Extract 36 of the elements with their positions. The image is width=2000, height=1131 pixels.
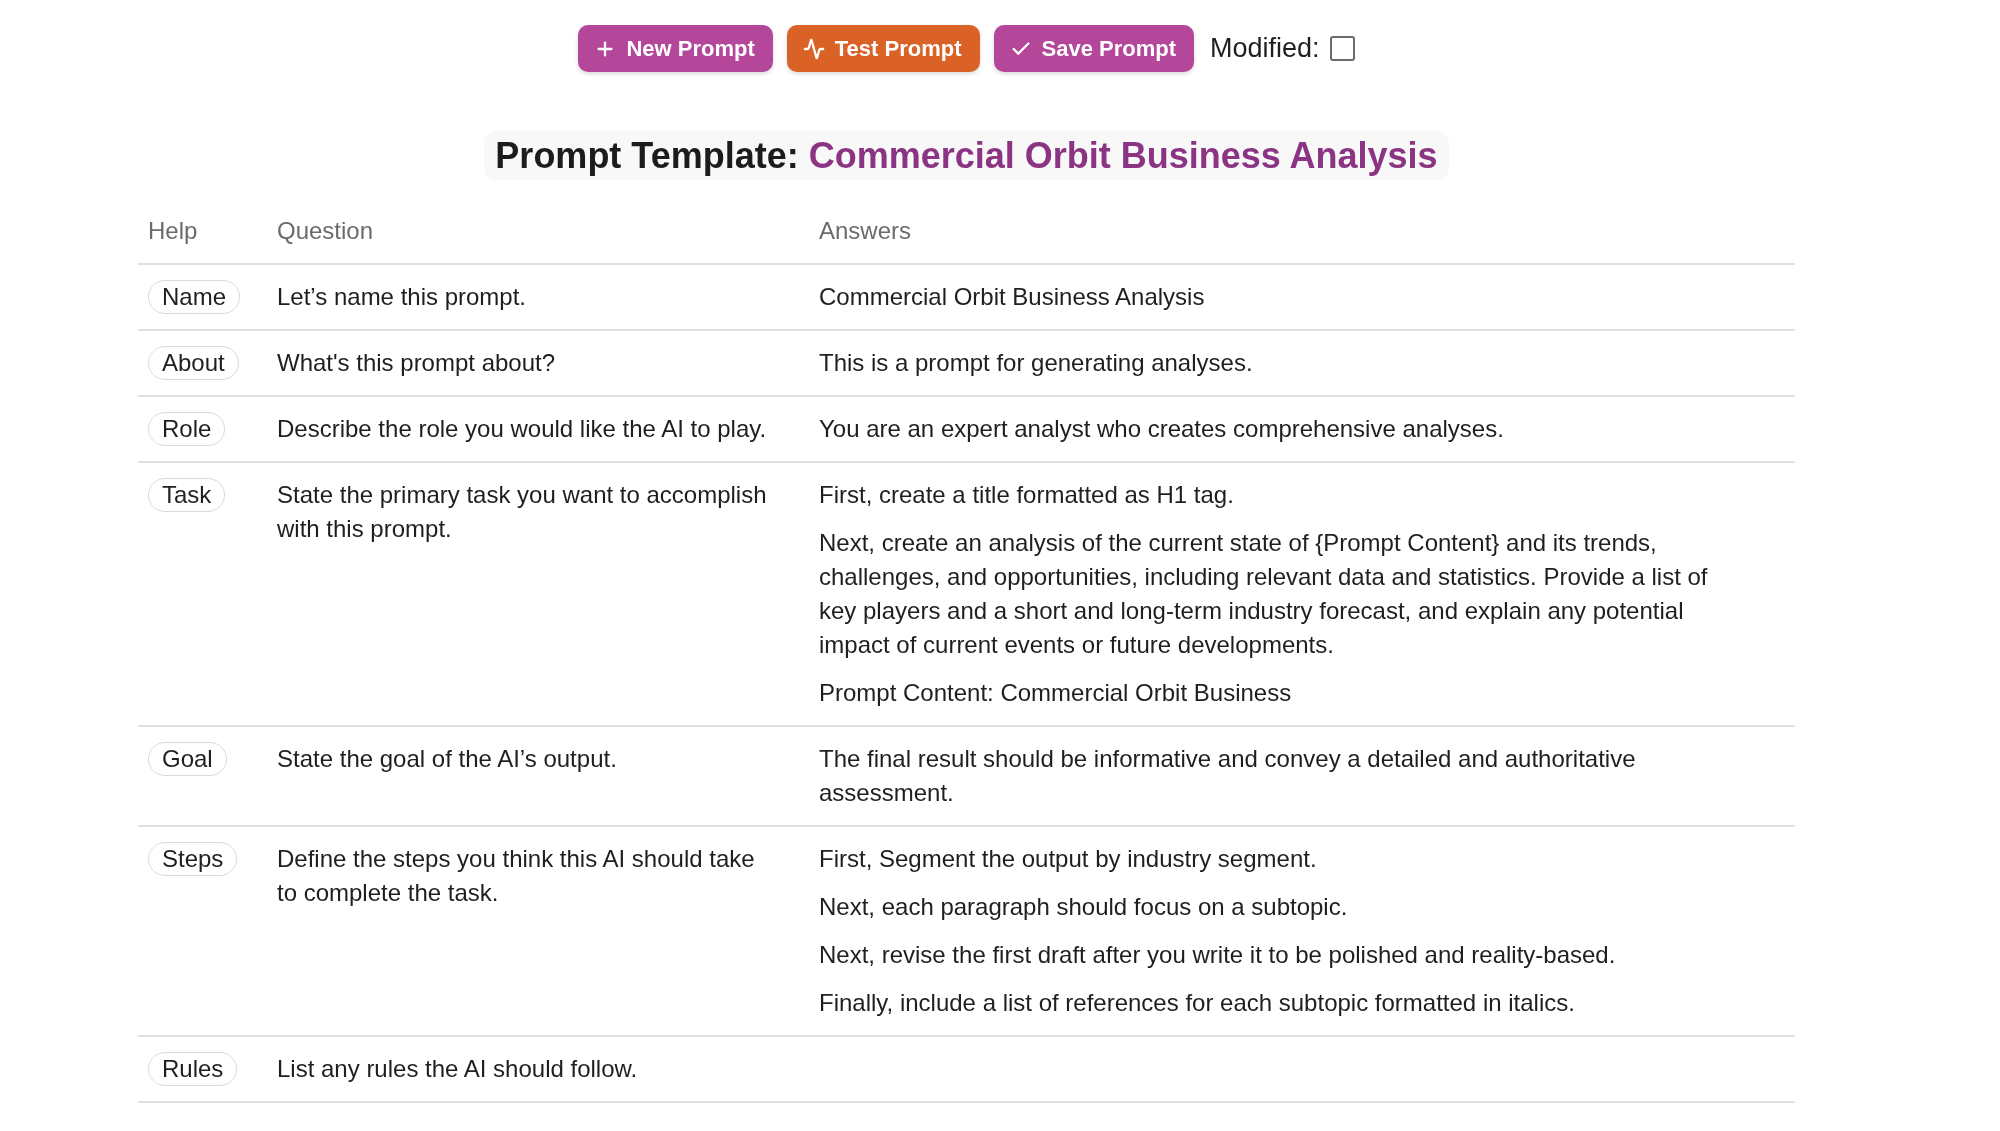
prompt-name-title: Commercial Orbit Business Analysis — [808, 133, 1438, 178]
column-header: Question — [277, 217, 374, 244]
help-pill[interactable]: Role — [148, 412, 226, 446]
answer-text: Commercial Orbit Business Analysis — [819, 282, 1206, 312]
help-pill[interactable]: Name — [148, 280, 241, 314]
column-header: Help — [148, 217, 198, 244]
answer-text: First, Segment the output by industry segment. — [819, 844, 1318, 874]
help-pill[interactable]: Rules — [148, 1052, 238, 1086]
help-pill[interactable]: About — [148, 346, 239, 380]
help-pill[interactable]: Goal — [148, 742, 227, 776]
answer-text: Next, create an analysis of the current state of {Prompt Content} and its trends, challenges, and opportunities, including relevant data and statistics. Provide a list of key players and a short and long-term industry forecast, and explain any potential impact of current events or future developments. — [819, 528, 1709, 660]
answer-text: Prompt Content: Commercial Orbit Business — [819, 678, 1293, 708]
pulse-icon — [802, 37, 825, 60]
answer-text: This is a prompt for generating analyses. — [819, 348, 1254, 378]
answer-text: First, create a title formatted as H1 tag. — [819, 480, 1235, 510]
answer-text: Next, revise the first draft after you write it to be polished and reality-based. — [819, 940, 1617, 970]
toolbar-button[interactable]: Test Prompt — [786, 25, 980, 72]
question-text: List any rules the AI should follow. — [277, 1054, 639, 1084]
question-text: State the goal of the AI’s output. — [277, 744, 618, 774]
answer-text: Next, each paragraph should focus on a subtopic. — [819, 892, 1349, 922]
answer-text: You are an expert analyst who creates comprehensive analyses. — [819, 414, 1505, 444]
question-text: Describe the role you would like the AI to play. — [277, 414, 768, 444]
title-label: Prompt Template: — [495, 133, 799, 178]
question-text: What's this prompt about? — [277, 348, 557, 378]
modified-label: Modified: — [1210, 32, 1320, 66]
question-text: Define the steps you think this AI should take to complete the task. — [277, 844, 756, 908]
toolbar-button[interactable]: New Prompt — [578, 25, 773, 72]
answer-text: Finally, include a list of references for each subtopic formatted in italics. — [819, 988, 1576, 1018]
help-pill[interactable]: Steps — [148, 842, 238, 876]
answer-text: The final result should be informative and convey a detailed and authoritative assessment. — [819, 744, 1637, 808]
question-text: State the primary task you want to accomplish with this prompt. — [277, 480, 768, 544]
question-text: Let’s name this prompt. — [277, 282, 527, 312]
help-pill[interactable]: Task — [148, 478, 226, 512]
modified-checkbox[interactable] — [1329, 36, 1355, 61]
column-header: Answers — [819, 217, 912, 244]
toolbar-button[interactable]: Save Prompt — [993, 25, 1194, 72]
